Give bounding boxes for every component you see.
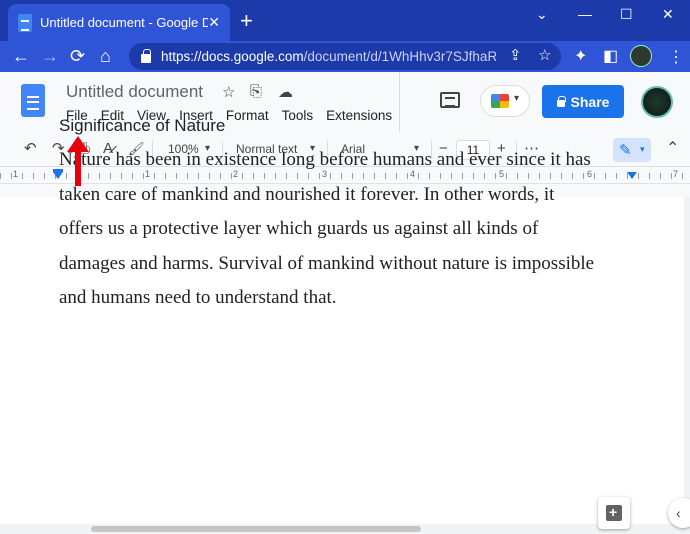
url-host: https://docs.google.com [161, 49, 304, 64]
tab-title: Untitled document - Google Doc [40, 15, 208, 30]
explore-button[interactable] [598, 497, 630, 529]
address-bar-row: ← → ⟳ ⌂ https://docs.google.com/document… [0, 41, 690, 72]
tab-search-chevron-icon[interactable]: ⌄ [536, 6, 548, 23]
minimize-icon[interactable]: — [578, 6, 592, 22]
url-text[interactable]: https://docs.google.com/document/d/1WhHh… [161, 49, 496, 64]
new-tab-icon[interactable]: + [240, 10, 253, 32]
side-panel-icon[interactable]: ◧ [603, 46, 618, 66]
explore-icon [606, 504, 622, 521]
maximize-icon[interactable]: ☐ [620, 6, 633, 23]
vertical-scrollbar[interactable] [684, 197, 690, 524]
side-panel-toggle[interactable]: ‹ [668, 498, 690, 528]
ruler-number: 1 [12, 169, 20, 179]
collapse-menus-icon[interactable]: ⌃ [666, 140, 679, 158]
move-folder-icon[interactable]: ⎘ [250, 83, 262, 100]
annotation-arrow [67, 136, 89, 186]
horizontal-scroll-thumb[interactable] [91, 526, 421, 532]
url-path: /document/d/1WhHhv3r7SJfhaRl... [303, 49, 496, 64]
tab-close-icon[interactable]: ✕ [208, 14, 220, 31]
back-icon[interactable]: ← [12, 46, 30, 66]
meet-button[interactable]: ▾ [480, 85, 530, 117]
ruler-number: 7 [672, 169, 680, 179]
menu-extensions[interactable]: Extensions [326, 108, 392, 123]
document-heading[interactable]: Significance of Nature [59, 116, 225, 136]
tab-strip: Untitled document - Google Doc ✕ + ⌄ — ☐… [0, 0, 690, 41]
paragraph-line: and humans need to understand that. [59, 287, 337, 308]
bookmark-star-icon[interactable]: ☆ [538, 46, 551, 64]
comment-history-icon[interactable] [440, 92, 460, 108]
profile-avatar[interactable] [630, 45, 652, 67]
reload-icon[interactable]: ⟳ [70, 46, 85, 66]
menu-format[interactable]: Format [226, 108, 269, 123]
docs-favicon-icon [18, 13, 32, 32]
forward-icon[interactable]: → [41, 46, 59, 66]
home-icon[interactable]: ⌂ [100, 46, 111, 66]
omnibox[interactable]: https://docs.google.com/document/d/1WhHh… [129, 43, 561, 70]
document-title[interactable]: Untitled document [66, 82, 203, 102]
document-paragraph[interactable]: Nature has been in existence long before… [59, 143, 644, 316]
paragraph-line: damages and harms. Survival of mankind w… [59, 252, 595, 274]
share-button[interactable]: Share [542, 85, 624, 118]
browser-window: Untitled document - Google Doc ✕ + ⌄ — ☐… [0, 0, 690, 534]
chevron-down-icon: ▾ [514, 93, 520, 104]
cloud-status-icon[interactable]: ☁ [278, 83, 293, 101]
browser-tab-active[interactable]: Untitled document - Google Doc ✕ [8, 4, 230, 41]
extensions-icon[interactable]: ✦ [574, 46, 587, 66]
paragraph-line: Nature has been in existence long before… [59, 149, 591, 170]
account-avatar[interactable] [641, 86, 673, 118]
lock-icon [556, 95, 566, 107]
undo-icon[interactable]: ↶ [24, 140, 37, 158]
paragraph-line: offers us a protective layer which guard… [59, 218, 539, 239]
share-label: Share [570, 93, 610, 110]
header-divider [399, 72, 400, 132]
star-icon[interactable]: ☆ [222, 83, 235, 101]
lock-icon[interactable] [141, 49, 151, 63]
menu-tools[interactable]: Tools [282, 108, 314, 123]
close-window-icon[interactable]: ✕ [662, 6, 674, 23]
meet-camera-icon [491, 94, 509, 108]
paragraph-line: taken care of mankind and nourished it f… [59, 183, 555, 205]
share-page-icon[interactable]: ⇪ [509, 46, 522, 64]
chrome-menu-icon[interactable]: ⋮ [668, 47, 684, 67]
docs-logo-icon[interactable] [21, 84, 45, 117]
